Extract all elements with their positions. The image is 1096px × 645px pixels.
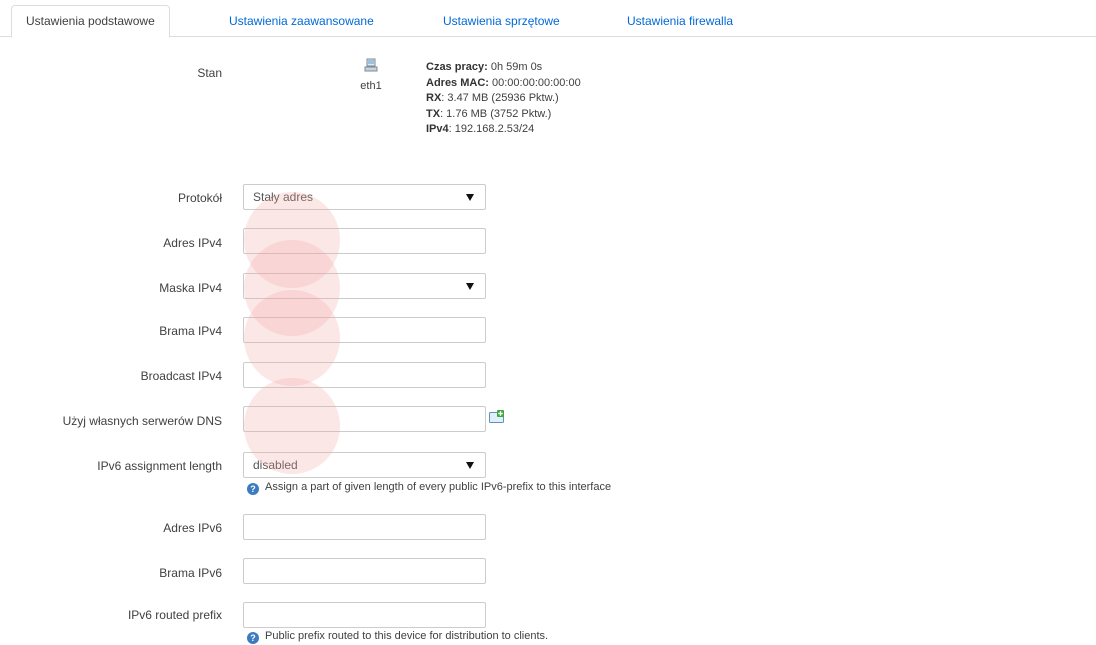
ipv4-gateway-label: Brama IPv4: [159, 324, 222, 338]
add-icon[interactable]: [489, 410, 505, 427]
uptime-row: Czas pracy: 0h 59m 0s: [426, 60, 581, 76]
ipv6-prefix-hint-text: Public prefix routed to this device for …: [265, 630, 549, 642]
ipv6-prefix-hint: ? Public prefix routed to this device for…: [247, 630, 548, 644]
ipv4-netmask-label: Maska IPv4: [159, 281, 222, 295]
custom-dns-input[interactable]: [243, 406, 486, 432]
ipv4-address-label: Adres IPv4: [163, 236, 222, 250]
tx-row: TX: 1.76 MB (3752 Pktw.): [426, 107, 581, 123]
mac-row: Adres MAC: 00:00:00:00:00:00: [426, 76, 581, 92]
ipv6-gateway-label: Brama IPv6: [159, 566, 222, 580]
ipv4-value: : 192.168.2.53/24: [448, 123, 535, 135]
ip6assign-hint: ? Assign a part of given length of every …: [247, 481, 611, 495]
ipv4-broadcast-input[interactable]: [243, 362, 486, 388]
ipv4-netmask-select[interactable]: [243, 273, 486, 299]
mac-value: 00:00:00:00:00:00: [488, 76, 581, 89]
mac-label: Adres MAC:: [426, 76, 489, 89]
rx-value: : 3.47 MB (25936 Pktw.): [441, 92, 559, 104]
protocol-label: Protokół: [177, 191, 222, 205]
ipv4-broadcast-label: Broadcast IPv4: [140, 369, 222, 383]
rx-row: RX: 3.47 MB (25936 Pktw.): [426, 91, 581, 107]
protocol-value: Stały adres: [253, 190, 314, 204]
ipv6-prefix-input[interactable]: [243, 602, 486, 628]
interface-name: eth1: [360, 80, 382, 92]
tab-firewall-settings[interactable]: Ustawienia firewalla: [627, 6, 733, 36]
uptime-value: 0h 59m 0s: [487, 61, 543, 73]
chevron-down-icon: [466, 194, 474, 201]
ipv6-prefix-label: IPv6 routed prefix: [127, 608, 222, 622]
interface-badge: eth1: [356, 57, 386, 92]
status-info: Czas pracy: 0h 59m 0s Adres MAC: 00:00:0…: [426, 60, 581, 138]
ipv6-address-label: Adres IPv6: [163, 521, 222, 535]
uptime-label: Czas pracy:: [426, 61, 488, 73]
tab-advanced-settings[interactable]: Ustawienia zaawansowane: [229, 6, 374, 36]
help-icon: ?: [247, 632, 259, 644]
tab-bar: Ustawienia podstawowe Ustawienia zaawans…: [0, 0, 1096, 38]
protocol-select[interactable]: Stały adres: [243, 184, 486, 210]
tx-value: : 1.76 MB (3752 Pktw.): [440, 107, 552, 120]
tab-hardware-settings[interactable]: Ustawienia sprzętowe: [443, 6, 560, 36]
status-label: Stan: [197, 66, 222, 80]
ip6assign-value: disabled: [253, 458, 298, 472]
custom-dns-label: Użyj własnych serwerów DNS: [62, 414, 222, 428]
ipv4-row: IPv4: 192.168.2.53/24: [426, 122, 581, 138]
ip6assign-label: IPv6 assignment length: [97, 459, 222, 473]
chevron-down-icon: [466, 283, 474, 290]
network-interface-icon: [363, 58, 379, 76]
tx-label: TX: [426, 107, 441, 120]
help-icon: ?: [247, 483, 259, 495]
ipv6-gateway-input[interactable]: [243, 558, 486, 584]
tab-basic-settings[interactable]: Ustawienia podstawowe: [11, 5, 170, 38]
chevron-down-icon: [466, 462, 474, 469]
ipv4-address-input[interactable]: [243, 228, 486, 254]
rx-label: RX: [426, 92, 442, 104]
ip6assign-hint-text: Assign a part of given length of every p…: [265, 481, 612, 493]
ipv4-label: IPv4: [426, 123, 449, 135]
ip6assign-select[interactable]: disabled: [243, 452, 486, 478]
ipv4-gateway-input[interactable]: [243, 317, 486, 343]
ipv6-address-input[interactable]: [243, 514, 486, 540]
